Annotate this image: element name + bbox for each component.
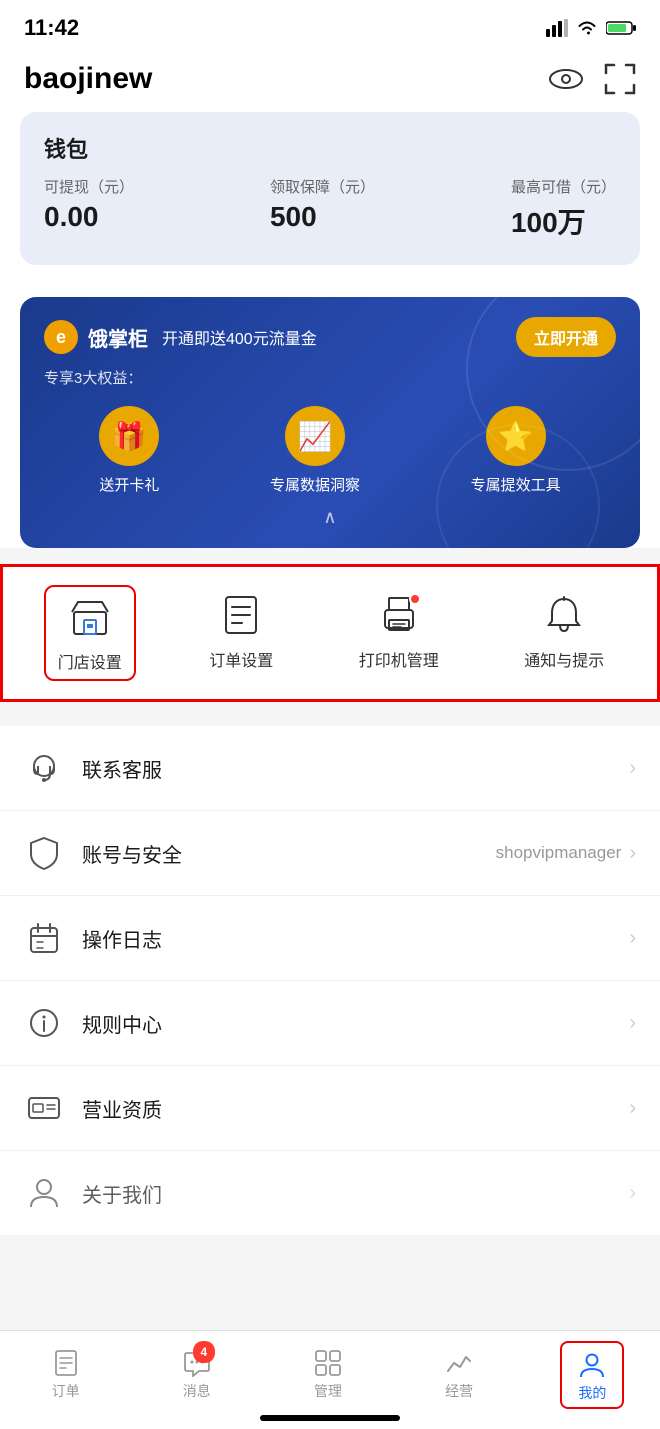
wallet-value-borrow: 100万 bbox=[511, 201, 616, 241]
divider-1 bbox=[0, 714, 660, 726]
status-bar: 11:42 bbox=[0, 0, 660, 50]
nav-label-mine: 我的 bbox=[578, 1383, 606, 1403]
header-icons bbox=[548, 63, 636, 95]
promo-feature-label-1: 专属数据洞察 bbox=[270, 474, 360, 495]
nav-label-messages: 消息 bbox=[183, 1381, 211, 1401]
id-card-icon bbox=[24, 1088, 64, 1128]
nav-item-mine[interactable]: 我的 bbox=[560, 1341, 624, 1409]
quick-action-notify[interactable]: 通知与提示 bbox=[514, 587, 614, 679]
quick-action-order-label: 订单设置 bbox=[209, 647, 273, 671]
menu-arrow-operation-log: › bbox=[629, 927, 636, 950]
eye-icon[interactable] bbox=[548, 67, 584, 91]
shield-icon bbox=[24, 833, 64, 873]
nav-item-orders[interactable]: 订单 bbox=[36, 1341, 96, 1409]
promo-feature-gift: 🎁 送开卡礼 bbox=[99, 406, 159, 495]
scan-icon[interactable] bbox=[604, 63, 636, 95]
store-icon bbox=[66, 593, 114, 641]
menu-item-business-license-label: 营业资质 bbox=[82, 1094, 629, 1123]
wallet-stat-guarantee: 领取保障（元） 500 bbox=[270, 176, 375, 241]
messages-badge: 4 bbox=[193, 1341, 215, 1363]
promo-features: 🎁 送开卡礼 📈 专属数据洞察 ⭐ 专属提效工具 bbox=[44, 406, 616, 495]
menu-list: 联系客服 › 账号与安全 shopvipmanager › bbox=[0, 726, 660, 1235]
printer-icon bbox=[375, 591, 423, 639]
status-icons bbox=[546, 19, 636, 37]
quick-action-notify-label: 通知与提示 bbox=[524, 647, 604, 671]
promo-logo: e bbox=[44, 320, 78, 354]
promo-tool-icon: ⭐ bbox=[486, 406, 546, 466]
nav-item-manage[interactable]: 管理 bbox=[298, 1341, 358, 1409]
promo-feature-label-2: 专属提效工具 bbox=[471, 474, 561, 495]
header-title: baojinew bbox=[24, 62, 152, 96]
menu-item-rules-center[interactable]: 规则中心 › bbox=[0, 981, 660, 1066]
promo-subtitle: 专享3大权益： bbox=[44, 367, 616, 388]
wallet-stats: 可提现（元） 0.00 领取保障（元） 500 最高可借（元） 100万 bbox=[44, 176, 616, 241]
quick-action-store-label: 门店设置 bbox=[58, 649, 122, 673]
promo-feature-data: 📈 专属数据洞察 bbox=[270, 406, 360, 495]
promo-feature-tool: ⭐ 专属提效工具 bbox=[471, 406, 561, 495]
promo-collapse-icon[interactable]: ∧ bbox=[44, 507, 616, 528]
header: baojinew bbox=[0, 50, 660, 112]
promo-gift-icon: 🎁 bbox=[99, 406, 159, 466]
menu-item-about[interactable]: 关于我们 › bbox=[0, 1151, 660, 1235]
promo-description: 开通即送400元流量金 bbox=[162, 325, 317, 349]
nav-item-analytics[interactable]: 经营 bbox=[429, 1341, 489, 1409]
menu-arrow-rules-center: › bbox=[629, 1012, 636, 1035]
manage-icon bbox=[314, 1345, 342, 1377]
info-icon bbox=[24, 1003, 64, 1043]
promo-brand: e 饿掌柜 开通即送400元流量金 bbox=[44, 320, 317, 354]
nav-label-manage: 管理 bbox=[314, 1381, 342, 1401]
home-indicator bbox=[260, 1415, 400, 1421]
analytics-icon bbox=[445, 1345, 473, 1377]
wallet-value-withdrawable: 0.00 bbox=[44, 201, 134, 233]
menu-arrow-customer-service: › bbox=[629, 757, 636, 780]
nav-label-orders: 订单 bbox=[52, 1381, 80, 1401]
promo-top: e 饿掌柜 开通即送400元流量金 立即开通 bbox=[44, 317, 616, 357]
nav-item-messages[interactable]: 4 消息 bbox=[167, 1341, 227, 1409]
quick-action-printer-label: 打印机管理 bbox=[359, 647, 439, 671]
menu-arrow-account-security: › bbox=[629, 842, 636, 865]
printer-badge-dot bbox=[409, 593, 421, 605]
mine-icon bbox=[578, 1347, 606, 1379]
menu-item-business-license[interactable]: 营业资质 › bbox=[0, 1066, 660, 1151]
promo-brand-name: 饿掌柜 bbox=[88, 323, 148, 352]
promo-banner[interactable]: e 饿掌柜 开通即送400元流量金 立即开通 专享3大权益： 🎁 送开卡礼 📈 … bbox=[20, 297, 640, 548]
quick-action-order[interactable]: 订单设置 bbox=[199, 587, 283, 679]
signal-icon bbox=[546, 19, 568, 37]
quick-action-printer[interactable]: 打印机管理 bbox=[349, 587, 449, 679]
person-icon bbox=[24, 1173, 64, 1213]
wallet-value-guarantee: 500 bbox=[270, 201, 375, 233]
order-icon bbox=[217, 591, 265, 639]
wallet-title: 钱包 bbox=[44, 132, 616, 164]
calendar-icon bbox=[24, 918, 64, 958]
menu-item-account-security[interactable]: 账号与安全 shopvipmanager › bbox=[0, 811, 660, 896]
quick-action-store[interactable]: 门店设置 bbox=[46, 587, 134, 679]
menu-item-operation-log-label: 操作日志 bbox=[82, 924, 629, 953]
menu-item-account-security-value: shopvipmanager bbox=[496, 843, 622, 863]
nav-label-analytics: 经营 bbox=[445, 1381, 473, 1401]
menu-item-rules-center-label: 规则中心 bbox=[82, 1009, 629, 1038]
promo-open-button[interactable]: 立即开通 bbox=[516, 317, 616, 357]
menu-item-account-security-label: 账号与安全 bbox=[82, 839, 496, 868]
battery-icon bbox=[606, 20, 636, 36]
headset-icon bbox=[24, 748, 64, 788]
menu-arrow-about: › bbox=[629, 1182, 636, 1205]
menu-item-customer-service[interactable]: 联系客服 › bbox=[0, 726, 660, 811]
menu-item-customer-service-label: 联系客服 bbox=[82, 754, 629, 783]
wallet-label-withdrawable: 可提现（元） bbox=[44, 176, 134, 197]
notify-icon bbox=[540, 591, 588, 639]
menu-item-operation-log[interactable]: 操作日志 › bbox=[0, 896, 660, 981]
status-time: 11:42 bbox=[24, 15, 79, 41]
wallet-card: 钱包 可提现（元） 0.00 领取保障（元） 500 最高可借（元） 100万 bbox=[20, 112, 640, 265]
wallet-stat-borrow: 最高可借（元） 100万 bbox=[511, 176, 616, 241]
wallet-label-guarantee: 领取保障（元） bbox=[270, 176, 375, 197]
menu-arrow-business-license: › bbox=[629, 1097, 636, 1120]
quick-actions: 门店设置 订单设置 bbox=[0, 564, 660, 702]
menu-item-about-label: 关于我们 bbox=[82, 1179, 629, 1208]
wifi-icon bbox=[576, 19, 598, 37]
wallet-stat-withdrawable: 可提现（元） 0.00 bbox=[44, 176, 134, 241]
promo-feature-label-0: 送开卡礼 bbox=[99, 474, 159, 495]
wallet-label-borrow: 最高可借（元） bbox=[511, 176, 616, 197]
promo-data-icon: 📈 bbox=[285, 406, 345, 466]
orders-icon bbox=[52, 1345, 80, 1377]
